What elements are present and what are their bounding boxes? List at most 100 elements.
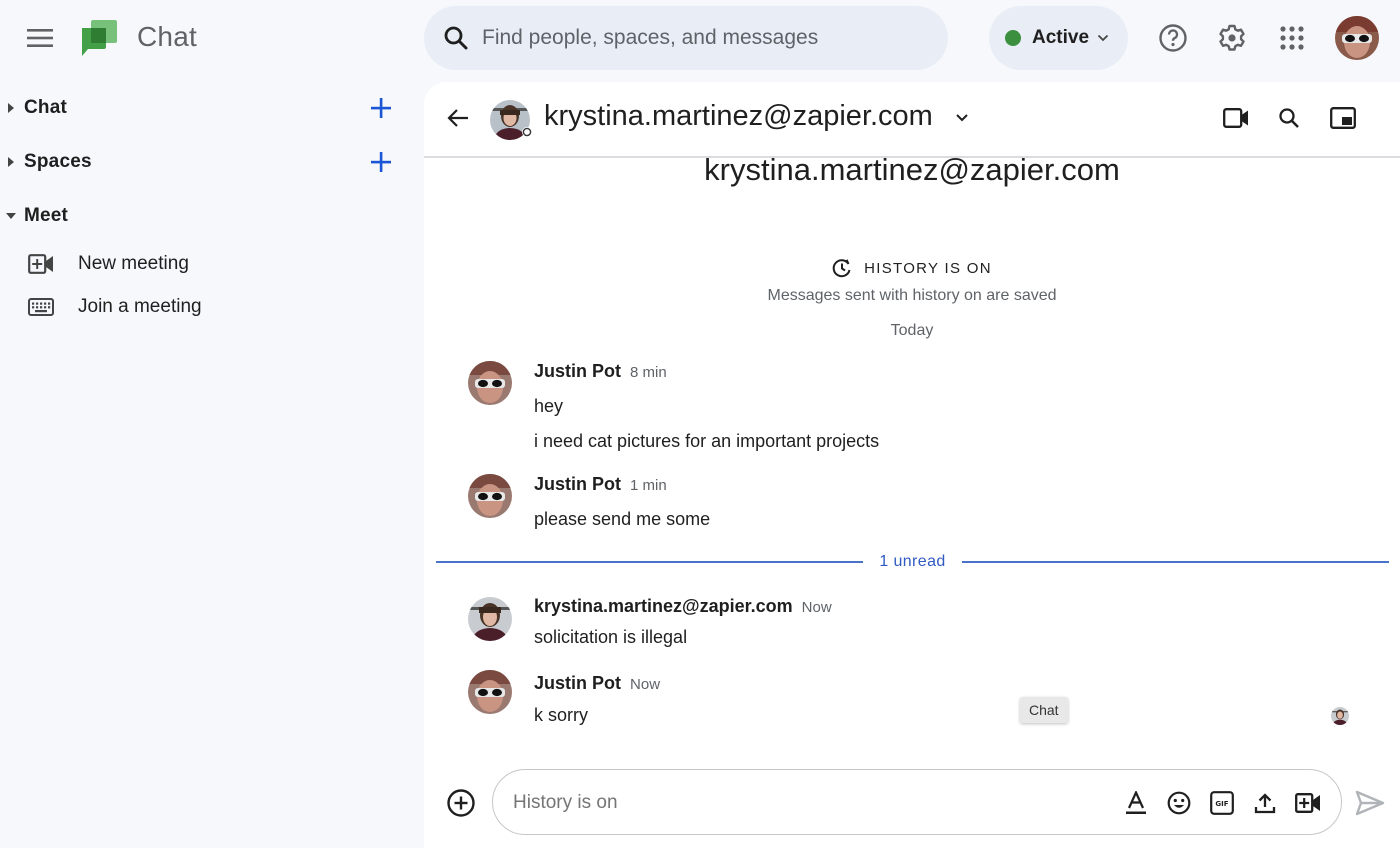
plus-icon [371, 98, 391, 118]
date-divider: Today [890, 322, 934, 339]
emoji-button[interactable] [1163, 787, 1195, 819]
video-call-button[interactable] [1218, 100, 1254, 136]
sender-avatar[interactable] [468, 670, 512, 714]
text-format-icon [1126, 791, 1146, 814]
help-button[interactable] [1153, 18, 1193, 58]
upload-file-button[interactable] [1249, 787, 1281, 819]
message-item: Justin Pot Now k sorry [468, 670, 1348, 733]
sidebar-item-join-meeting[interactable]: Join a meeting [24, 287, 404, 327]
top-bar: Chat Active [0, 0, 1400, 76]
message-input[interactable] [513, 786, 1093, 820]
message-text: hey [534, 396, 564, 416]
keyboard-icon [24, 298, 58, 316]
message-item: Justin Pot 1 min please send me some [468, 474, 1348, 534]
sidebar-item-label: Join a meeting [78, 296, 202, 317]
caret-right-icon [0, 156, 24, 168]
conversation-header: krystina.martinez@zapier.com [424, 82, 1400, 158]
message-author: Justin Pot [534, 361, 622, 381]
plus-icon [371, 152, 391, 172]
history-icon [832, 259, 851, 278]
sidebar-item-label: New meeting [78, 253, 189, 274]
search-input[interactable] [482, 26, 902, 50]
message-item: Justin Pot 8 min hey i need cat pictures… [468, 361, 1348, 456]
meet-video-button[interactable] [1292, 787, 1324, 819]
sender-avatar[interactable] [468, 361, 512, 405]
gif-button[interactable]: GIF [1206, 787, 1238, 819]
search-bar[interactable] [424, 6, 948, 70]
gif-icon: GIF [1210, 791, 1234, 815]
message-timestamp: 8 min [630, 364, 667, 381]
user-avatar-krystina-icon [1331, 707, 1349, 725]
user-avatar-krystina-icon [490, 100, 532, 140]
chevron-down-icon[interactable] [955, 110, 969, 128]
user-avatar-justin-icon [468, 474, 512, 518]
unread-divider: 1 unread [436, 550, 1389, 574]
add-attachment-button[interactable] [444, 786, 478, 820]
conversation-panel: krystina.martinez@zapier.com krystina.ma… [424, 82, 1400, 848]
add-circle-icon [447, 789, 475, 817]
history-status: HISTORY IS ON [424, 258, 1400, 278]
back-button[interactable] [442, 100, 474, 136]
sidebar-section-meet[interactable]: Meet [0, 196, 410, 236]
hamburger-menu-icon [27, 29, 53, 47]
google-chat-logo-icon [82, 20, 117, 56]
chevron-down-icon [1097, 34, 1109, 42]
status-dot [1005, 30, 1021, 46]
sidebar: Chat Spaces Meet New meeting Join a meet… [0, 80, 422, 848]
new-space-button[interactable] [368, 149, 394, 175]
divider-line [436, 561, 864, 563]
send-button[interactable] [1352, 785, 1388, 821]
apps-grid-icon [1280, 26, 1304, 50]
status-selector[interactable]: Active [989, 6, 1128, 70]
conversation-name-button[interactable]: krystina.martinez@zapier.com [544, 100, 933, 133]
main-menu-button[interactable] [20, 18, 60, 58]
message-composer: GIF [492, 769, 1342, 835]
sidebar-item-new-meeting[interactable]: New meeting [24, 244, 404, 284]
svg-text:GIF: GIF [1215, 800, 1228, 808]
message-timestamp: 1 min [630, 477, 667, 494]
send-icon [1355, 790, 1385, 816]
message-author: krystina.martinez@zapier.com [534, 596, 793, 616]
sidebar-section-chat[interactable]: Chat [0, 88, 410, 128]
message-text: i need cat pictures for an important pro… [534, 431, 880, 451]
message-author: Justin Pot [534, 673, 622, 693]
caret-down-icon [0, 212, 24, 220]
user-avatar-justin-icon [468, 670, 512, 714]
open-in-popup-button[interactable] [1325, 100, 1361, 136]
message-text: solicitation is illegal [534, 627, 688, 647]
google-apps-button[interactable] [1272, 18, 1312, 58]
video-add-icon [24, 254, 58, 274]
user-avatar-justin-icon [468, 361, 512, 405]
tooltip: Chat [1020, 697, 1068, 723]
help-icon [1159, 24, 1187, 52]
format-text-button[interactable] [1120, 787, 1152, 819]
sidebar-section-label: Chat [24, 97, 68, 118]
history-label: HISTORY IS ON [864, 259, 992, 277]
new-chat-button[interactable] [368, 95, 394, 121]
contact-avatar [490, 100, 534, 140]
video-meeting-icon [1295, 793, 1320, 813]
user-avatar-krystina-icon [468, 597, 512, 641]
video-call-icon [1223, 108, 1248, 128]
message-timestamp: Now [630, 676, 661, 693]
settings-gear-icon [1219, 24, 1245, 51]
history-subtitle: Messages sent with history on are saved [767, 287, 1057, 304]
sender-avatar[interactable] [468, 597, 512, 641]
back-arrow-icon [447, 109, 468, 127]
upload-icon [1254, 793, 1276, 814]
sidebar-section-label: Spaces [24, 151, 92, 172]
sender-avatar[interactable] [468, 474, 512, 518]
user-avatar-justin-icon [1335, 16, 1379, 60]
message-text: k sorry [534, 705, 588, 725]
account-avatar[interactable] [1335, 16, 1379, 60]
status-label: Active [1032, 27, 1090, 48]
divider-line [961, 561, 1389, 563]
search-conversation-button[interactable] [1271, 100, 1307, 136]
emoji-icon [1167, 791, 1191, 815]
settings-button[interactable] [1212, 18, 1252, 58]
search-icon [1279, 108, 1299, 128]
unread-count: 1 unread [879, 553, 946, 570]
message-author: Justin Pot [534, 474, 622, 494]
sidebar-section-spaces[interactable]: Spaces [0, 142, 410, 182]
app-title: Chat [137, 21, 197, 52]
